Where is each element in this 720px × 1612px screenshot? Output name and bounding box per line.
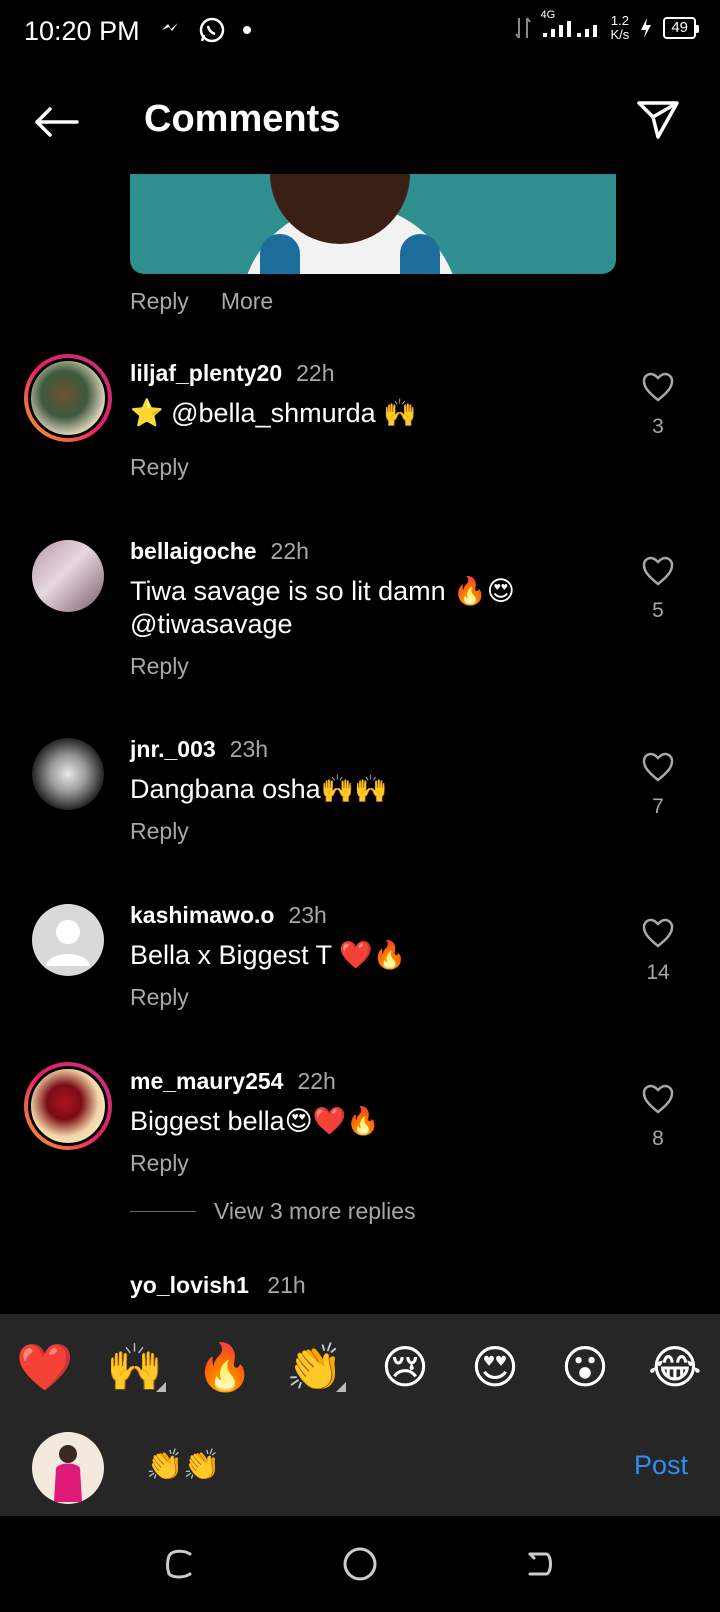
emoji-surprised-button[interactable]: 😮 xyxy=(540,1314,630,1420)
skin-tone-indicator-icon xyxy=(156,1382,166,1392)
comment-username[interactable]: me_maury254 xyxy=(130,1068,283,1095)
heart-icon[interactable] xyxy=(642,1084,674,1114)
comment-composer: Post xyxy=(0,1420,720,1516)
comment-text: Dangbana osha🙌🙌 xyxy=(130,774,388,804)
avatar xyxy=(32,1432,104,1504)
like-count: 3 xyxy=(652,415,664,438)
comment-username[interactable]: jnr._003 xyxy=(130,736,216,763)
view-more-replies-button[interactable]: View 3 more replies xyxy=(130,1198,416,1225)
recent-apps-button[interactable] xyxy=(160,1544,200,1584)
send-icon xyxy=(637,101,679,139)
network-speed: 1.2 K/s xyxy=(610,13,630,42)
comment-text: Bella x Biggest T ❤️🔥 xyxy=(130,940,407,970)
reply-button[interactable]: Reply xyxy=(130,984,600,1011)
comment-time: 23h xyxy=(229,736,269,762)
emoji-crying-button[interactable]: 😢 xyxy=(360,1314,450,1420)
reply-button[interactable]: Reply xyxy=(130,288,189,315)
comments-feed[interactable]: Reply More liljaf_plenty20 22h ⭐ @bella_s… xyxy=(0,174,720,1314)
heart-icon[interactable] xyxy=(642,372,674,402)
like-count: 7 xyxy=(652,795,664,818)
like-count: 14 xyxy=(646,961,670,984)
comment-username[interactable]: bellaigoche xyxy=(130,538,257,565)
comment-input[interactable] xyxy=(146,1448,546,1483)
comments-header: Comments xyxy=(0,80,720,160)
home-circle-icon xyxy=(343,1547,377,1581)
battery-indicator: 49 xyxy=(663,17,699,39)
comment-time: 22h xyxy=(296,360,335,386)
avatar[interactable] xyxy=(32,738,104,810)
notification-dot-icon xyxy=(243,26,251,34)
comment-username[interactable]: liljaf_plenty20 xyxy=(130,360,282,387)
recent-apps-icon xyxy=(166,1549,192,1579)
divider xyxy=(130,1211,196,1212)
back-nav-icon xyxy=(528,1552,552,1576)
emoji-raised-hands-button[interactable]: 🙌 xyxy=(90,1314,180,1420)
post-button[interactable]: Post xyxy=(634,1450,688,1481)
like-count: 5 xyxy=(652,599,664,622)
back-button[interactable] xyxy=(28,94,84,150)
reply-button[interactable]: Reply xyxy=(130,653,600,680)
reply-button[interactable]: Reply xyxy=(130,1150,600,1177)
back-nav-button[interactable] xyxy=(520,1544,560,1584)
comment-text: ⭐ @bella_shmurda 🙌 xyxy=(130,398,417,428)
gif-preview[interactable] xyxy=(130,174,616,274)
comment-username[interactable]: yo_lovish1 21h xyxy=(130,1272,306,1299)
page-title: Comments xyxy=(144,98,341,140)
heart-icon[interactable] xyxy=(642,556,674,586)
emoji-laughing-button[interactable]: 😂 xyxy=(630,1314,720,1420)
skin-tone-indicator-icon xyxy=(336,1382,346,1392)
avatar[interactable] xyxy=(32,904,104,976)
comment-time: 23h xyxy=(288,902,327,928)
reply-button[interactable]: Reply xyxy=(130,818,600,845)
emoji-heart-button[interactable]: ❤️ xyxy=(0,1314,90,1420)
comment-text: Biggest bella😍❤️🔥 xyxy=(130,1106,380,1136)
back-arrow-icon xyxy=(35,107,79,137)
data-arrows-icon xyxy=(514,17,531,39)
messenger-icon xyxy=(162,23,178,31)
status-time: 10:20 PM xyxy=(24,16,140,46)
heart-icon[interactable] xyxy=(642,752,674,782)
comment-username[interactable]: kashimawo.o xyxy=(130,902,274,929)
emoji-fire-button[interactable]: 🔥 xyxy=(180,1314,270,1420)
status-bar: 10:20 PM 4G 1.2 K/s 49 xyxy=(0,0,720,66)
emoji-heart-eyes-button[interactable]: 😍 xyxy=(450,1314,540,1420)
system-navigation-bar xyxy=(0,1516,720,1612)
comment-time: 22h xyxy=(270,538,309,564)
avatar[interactable] xyxy=(24,354,112,442)
like-count: 8 xyxy=(652,1127,664,1150)
reply-button[interactable]: Reply xyxy=(130,454,600,481)
emoji-clap-button[interactable]: 👏 xyxy=(270,1314,360,1420)
view-more-replies-label: View 3 more replies xyxy=(214,1198,416,1224)
comment-text: Tiwa savage is so lit damn 🔥😍 @tiwasavag… xyxy=(130,576,515,639)
avatar[interactable] xyxy=(24,1062,112,1150)
charging-icon xyxy=(641,18,652,38)
share-button[interactable] xyxy=(632,94,684,146)
network-type: 4G xyxy=(540,8,556,21)
more-button[interactable]: More xyxy=(221,288,273,315)
default-avatar-icon xyxy=(46,920,90,966)
comment-time: 22h xyxy=(297,1068,336,1094)
emoji-quick-bar: ❤️ 🙌 🔥 👏 😢 😍 😮 😂 xyxy=(0,1314,720,1420)
heart-icon[interactable] xyxy=(642,918,674,948)
avatar[interactable] xyxy=(32,540,104,612)
home-button[interactable] xyxy=(340,1544,380,1584)
whatsapp-icon xyxy=(199,17,225,43)
